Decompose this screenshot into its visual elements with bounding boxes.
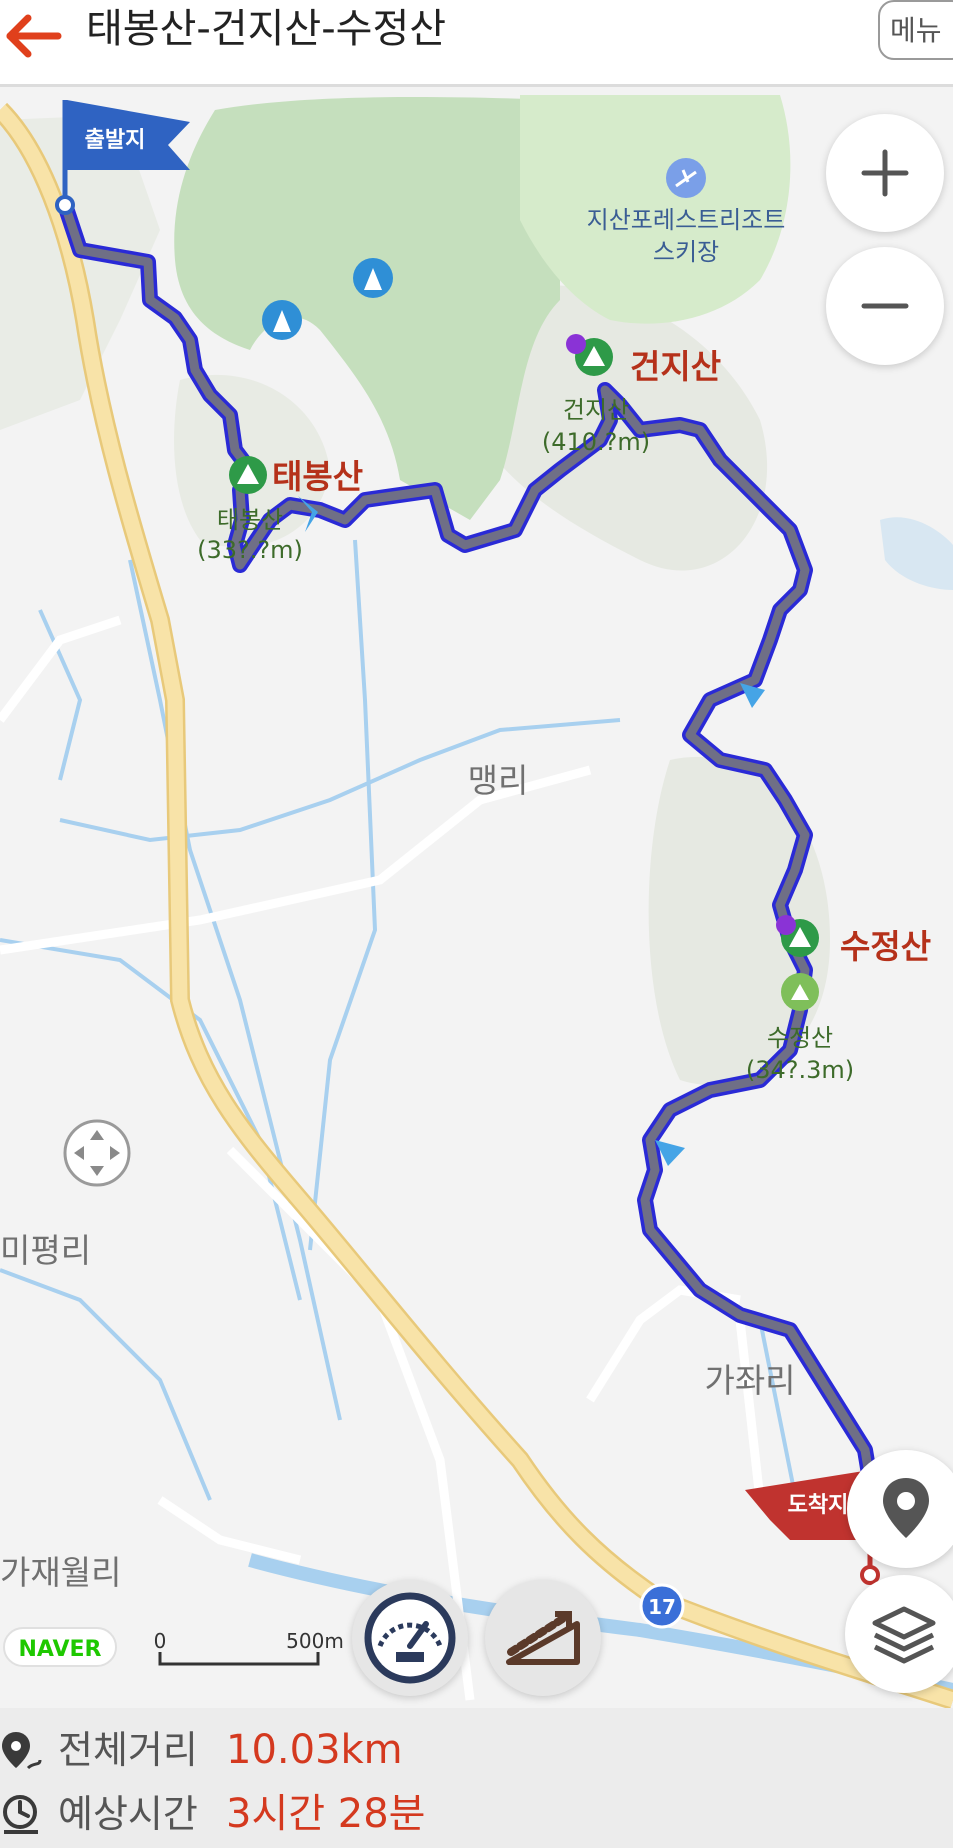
peak-elevation-label: (410.?m) <box>542 428 650 456</box>
menu-button[interactable]: 메뉴 <box>878 0 953 60</box>
clock-icon <box>3 1795 38 1834</box>
distance-pin-icon <box>2 1732 42 1770</box>
map-canvas: 지산포레스트리조트 스키장 태봉산 태봉산 (33?.?m) 건지산 건지산 (… <box>0 95 953 1708</box>
my-location-button[interactable] <box>847 1450 953 1568</box>
poi-name: 지산포레스트리조트 <box>587 206 786 234</box>
speedometer-icon <box>364 1592 456 1684</box>
map-view[interactable]: 지산포레스트리조트 스키장 태봉산 태봉산 (33?.?m) 건지산 건지산 (… <box>0 87 953 1708</box>
plus-icon <box>861 149 909 197</box>
peak-name: 수정산 <box>840 927 931 966</box>
scale-zero-label: 0 <box>154 1629 167 1653</box>
minus-icon <box>861 303 909 309</box>
time-value: 3시간 28분 <box>226 1791 426 1837</box>
village-name: 가재월리 <box>0 1553 121 1592</box>
end-flag-label: 도착지 <box>788 1493 849 1518</box>
page-title: 태봉산-건지산-수정산 <box>86 6 447 52</box>
poi-name-line2: 스키장 <box>653 238 719 266</box>
peak-name: 건지산 <box>630 347 721 386</box>
ski-resort-icon[interactable] <box>666 158 706 198</box>
app-header: 태봉산-건지산-수정산 메뉴 <box>0 0 953 87</box>
peak-elevation-label: (33?.?m) <box>197 536 303 564</box>
location-pin-icon <box>883 1478 929 1538</box>
zoom-out-button[interactable] <box>826 247 944 365</box>
peak-elevation-label: (34?.3m) <box>746 1056 854 1084</box>
elevation-profile-button[interactable] <box>485 1580 601 1696</box>
layers-icon <box>872 1606 936 1664</box>
distance-label: 전체거리 <box>58 1728 198 1772</box>
scale-max-label: 500m <box>286 1629 344 1653</box>
map-layers-button[interactable] <box>845 1575 953 1693</box>
recenter-icon[interactable] <box>63 1119 131 1187</box>
time-row: 예상시간 3시간 28분 <box>0 1784 953 1848</box>
village-name: 맹리 <box>468 761 529 800</box>
elevation-icon <box>506 1611 580 1665</box>
village-name: 미평리 <box>0 1231 91 1270</box>
scale-bar <box>158 1652 320 1666</box>
peak-elevation-label: 건지산 <box>563 396 629 424</box>
peak-elevation-label: 수정산 <box>767 1024 833 1052</box>
zoom-in-button[interactable] <box>826 114 944 232</box>
peak-name: 태봉산 <box>272 457 363 496</box>
naver-logo-text: NAVER <box>19 1637 102 1662</box>
recreation-forest-icon[interactable] <box>262 300 302 340</box>
back-arrow-icon[interactable] <box>0 6 70 66</box>
village-name: 가좌리 <box>704 1361 795 1400</box>
distance-row: 전체거리 10.03km <box>0 1720 953 1784</box>
peak-elevation-label: 태봉산 <box>217 506 283 534</box>
route-summary: 전체거리 10.03km 예상시간 3시간 28분 <box>0 1708 953 1848</box>
recreation-forest-icon[interactable] <box>353 258 393 298</box>
speedometer-button[interactable] <box>352 1580 468 1696</box>
distance-value: 10.03km <box>226 1727 403 1773</box>
start-flag-label: 출발지 <box>85 128 146 153</box>
road-number-label: 17 <box>648 1595 676 1619</box>
time-label: 예상시간 <box>58 1792 198 1836</box>
